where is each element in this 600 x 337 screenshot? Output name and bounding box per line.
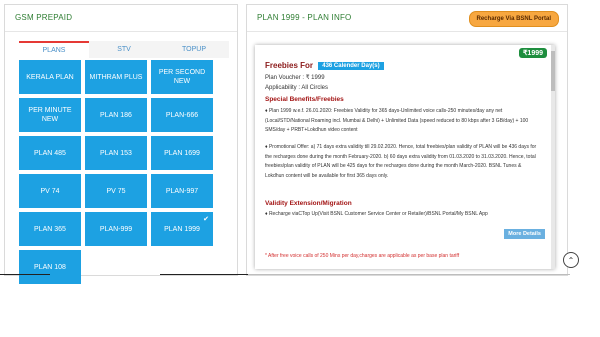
plan-type-tabs: PLANS STV TOPUP	[19, 41, 229, 58]
panel-title: GSM PREPAID	[15, 13, 73, 22]
footnote: * After free voice calls of 250 Mins per…	[265, 253, 460, 259]
plan-label: PLAN 1699	[164, 149, 200, 157]
validity-heading: Validity Extension/Migration	[265, 200, 352, 207]
scroll-to-top-button[interactable]: ⌃	[563, 252, 579, 268]
panel-title: PLAN 1999 - PLAN INFO	[257, 13, 352, 22]
price-badge: ₹1999	[518, 48, 547, 58]
plan-button[interactable]: KERALA PLAN	[19, 60, 81, 94]
plan-button[interactable]: MITHRAM PLUS	[85, 60, 147, 94]
benefit-text-2: ♦ Promotional Offer: a) 71 days extra va…	[265, 144, 537, 179]
plan-button[interactable]: PV 75	[85, 174, 147, 208]
plan-label: PV 74	[40, 187, 60, 195]
plan-label: PLAN 485	[34, 149, 66, 157]
plan-label: PER MINUTE NEW	[28, 107, 72, 123]
gsm-prepaid-panel: GSM PREPAID PLANS STV TOPUP KERALA PLAN …	[4, 4, 238, 284]
more-details-button[interactable]: More Details	[504, 229, 545, 239]
plan-button[interactable]: PER SECOND NEW	[151, 60, 213, 94]
plan-label: PLAN-999	[99, 225, 133, 233]
tab-topup[interactable]: TOPUP	[159, 41, 229, 58]
plan-label: KERALA PLAN	[26, 73, 74, 81]
days-pill: 436 Calender Day(s)	[318, 62, 384, 70]
plan-info-panel: PLAN 1999 - PLAN INFO Recharge Via BSNL …	[246, 4, 568, 276]
applicability: Applicability : All Circles	[265, 85, 329, 91]
divider	[5, 31, 237, 32]
plan-label: MITHRAM PLUS	[89, 73, 143, 81]
plan-label: PLAN 186	[100, 111, 132, 119]
divider	[0, 274, 50, 275]
plan-label: PLAN 1999	[164, 225, 200, 233]
plan-button[interactable]: PLAN-997	[151, 174, 213, 208]
plan-button[interactable]: PLAN 1699	[151, 136, 213, 170]
plan-grid: KERALA PLAN MITHRAM PLUS PER SECOND NEW …	[19, 60, 229, 284]
plan-label: PLAN 153	[100, 149, 132, 157]
divider	[248, 274, 570, 275]
freebies-label: Freebies For	[265, 61, 314, 70]
plan-info-card: ₹1999 Freebies For 436 Calender Day(s) P…	[255, 45, 555, 269]
plan-button[interactable]: PER MINUTE NEW	[19, 98, 81, 132]
scrollbar-thumb[interactable]	[551, 51, 555, 91]
tab-stv[interactable]: STV	[89, 41, 159, 58]
plan-label: PLAN-666	[165, 111, 199, 119]
plan-voucher: Plan Voucher : ₹ 1999	[265, 75, 325, 81]
divider	[247, 31, 567, 32]
plan-label: PER SECOND NEW	[158, 69, 206, 85]
plan-button-selected[interactable]: PLAN 1999 ✔	[151, 212, 213, 246]
plan-label: PLAN-997	[165, 187, 199, 195]
chevron-up-icon: ⌃	[567, 255, 575, 265]
plan-button[interactable]: PV 74	[19, 174, 81, 208]
tab-plans[interactable]: PLANS	[19, 41, 89, 58]
benefit-text-1: ♦ Plan 1999 w.e.f. 26.01.2020: Freebies …	[265, 108, 529, 133]
special-benefits-heading: Special Benefits/Freebies	[265, 96, 344, 103]
plan-button[interactable]: PLAN-999	[85, 212, 147, 246]
validity-text: ♦ Recharge viaCTop Up(Visit BSNL Custome…	[265, 211, 488, 217]
plan-button[interactable]: PLAN 365	[19, 212, 81, 246]
plan-label: PV 75	[106, 187, 126, 195]
check-icon: ✔	[203, 216, 209, 223]
divider	[160, 274, 250, 275]
plan-button[interactable]: PLAN 108	[19, 250, 81, 284]
recharge-portal-button[interactable]: Recharge Via BSNL Portal	[468, 11, 559, 27]
plan-label: PLAN 365	[34, 225, 66, 233]
plan-button[interactable]: PLAN-666	[151, 98, 213, 132]
plan-button[interactable]: PLAN 485	[19, 136, 81, 170]
plan-button[interactable]: PLAN 153	[85, 136, 147, 170]
plan-label: PLAN 108	[34, 263, 66, 271]
freebies-heading: Freebies For 436 Calender Day(s)	[265, 61, 384, 70]
plan-button[interactable]: PLAN 186	[85, 98, 147, 132]
